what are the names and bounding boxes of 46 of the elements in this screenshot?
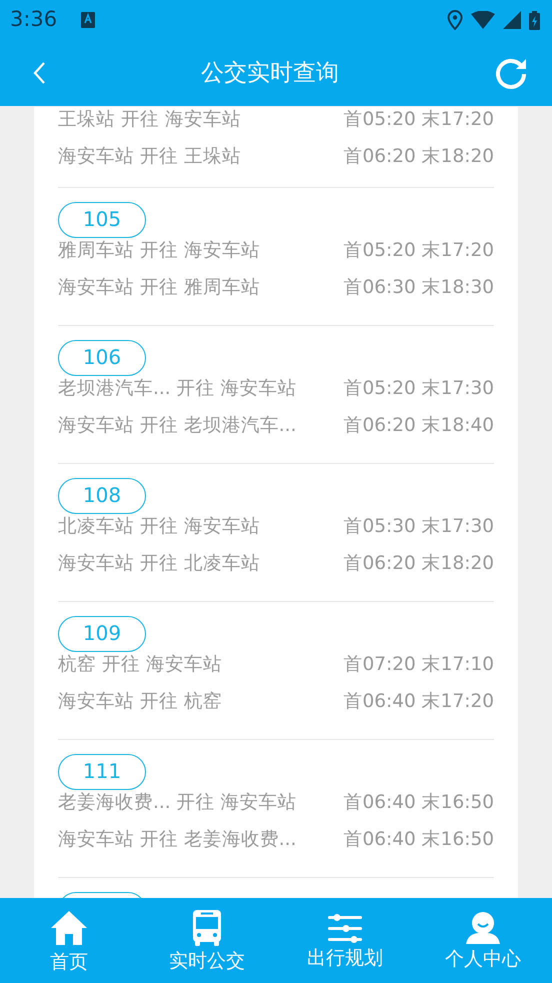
battery-icon	[529, 10, 540, 30]
trip-times: 首06:20 末18:20	[343, 552, 494, 576]
route-number[interactable]: 106	[58, 340, 146, 376]
route-number[interactable]: 111	[58, 754, 146, 790]
trip-times: 首06:20 末18:20	[343, 145, 494, 169]
trip-direction: 海安车站 开往 老坝港汽车...	[58, 414, 296, 438]
bus-icon[interactable]	[193, 910, 221, 946]
trip-direction: 杭窑 开往 海安车站	[58, 653, 222, 677]
status-time: 3:36	[10, 6, 58, 34]
trip-direction: 海安车站 开往 杭窑	[58, 690, 222, 714]
signal-icon	[503, 11, 521, 29]
nav-label[interactable]: 出行规划	[307, 946, 383, 968]
trip-times: 首05:30 末17:30	[343, 515, 494, 539]
trip-times: 首07:20 末17:10	[343, 653, 494, 677]
trip-direction: 雅周车站 开往 海安车站	[58, 239, 260, 263]
trip-times: 首06:40 末16:50	[343, 828, 494, 852]
trip-times: 首05:20 末17:20	[343, 239, 494, 263]
back-icon[interactable]	[32, 61, 46, 85]
trip-direction: 海安车站 开往 北凌车站	[58, 552, 260, 576]
sliders-icon[interactable]	[328, 912, 362, 942]
home-icon[interactable]	[50, 908, 88, 946]
trip-times: 首06:20 末18:40	[343, 414, 494, 438]
user-icon[interactable]	[466, 912, 500, 944]
trip-times: 首06:40 末17:20	[343, 690, 494, 714]
refresh-icon[interactable]	[494, 56, 528, 90]
nav-label[interactable]: 实时公交	[169, 950, 245, 972]
trip-direction: 海安车站 开往 王垛站	[58, 145, 241, 169]
location-icon	[447, 10, 463, 30]
nav-label[interactable]: 个人中心	[445, 948, 521, 970]
route-number[interactable]: 105	[58, 202, 146, 238]
trip-direction: 王垛站 开往 海安车站	[58, 108, 241, 132]
trip-times: 首06:30 末18:30	[343, 276, 494, 300]
page-title: 公交实时查询	[201, 58, 339, 88]
nav-label[interactable]: 首页	[50, 950, 88, 972]
trip-times: 首06:40 末16:50	[343, 791, 494, 815]
trip-times: 首05:20 末17:30	[343, 377, 494, 401]
route-number[interactable]: 108	[58, 478, 146, 514]
wifi-icon	[471, 11, 495, 29]
trip-direction: 老坝港汽车... 开往 海安车站	[58, 377, 296, 401]
trip-times: 首05:20 末17:20	[343, 108, 494, 132]
trip-direction: 北凌车站 开往 海安车站	[58, 515, 260, 539]
trip-direction: 海安车站 开往 雅周车站	[58, 276, 260, 300]
trip-direction: 海安车站 开往 老姜海收费...	[58, 828, 296, 852]
keyboard-icon	[81, 12, 96, 28]
route-number[interactable]: 109	[58, 616, 146, 652]
trip-direction: 老姜海收费... 开往 海安车站	[58, 791, 296, 815]
